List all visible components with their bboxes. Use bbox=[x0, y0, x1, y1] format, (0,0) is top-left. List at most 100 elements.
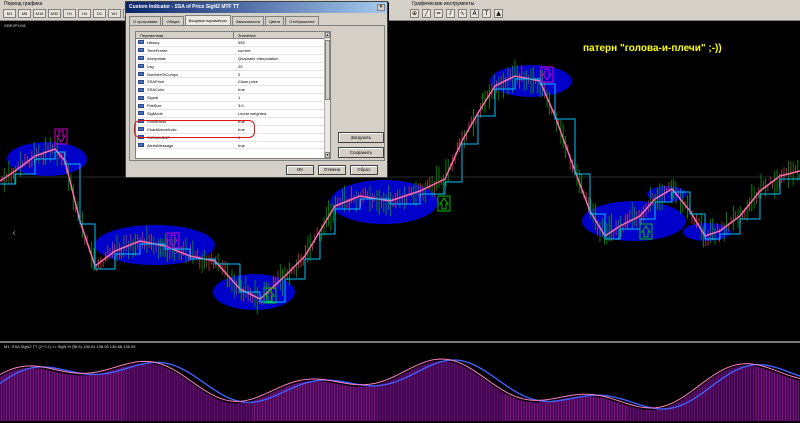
save-button[interactable]: Сохранить bbox=[338, 147, 384, 158]
highlight-signal-flatsize bbox=[134, 120, 255, 138]
timeframe-button-m30[interactable]: M30 bbox=[48, 9, 61, 18]
parameter-icon bbox=[138, 95, 144, 100]
ok-button[interactable]: OK bbox=[286, 165, 314, 175]
parameter-icon bbox=[138, 40, 144, 45]
param-row-numberofcomps[interactable]: NumberOfComps 2 bbox=[136, 71, 330, 79]
timeframe-button-m1[interactable]: M1 bbox=[3, 9, 16, 18]
sell-arrow-icon bbox=[56, 130, 66, 143]
tab-1[interactable]: Общие bbox=[162, 16, 184, 25]
param-name-cell: Signal bbox=[136, 94, 234, 101]
variable-column-header[interactable]: Переменная bbox=[136, 32, 234, 38]
param-name-cell: AlertsMessage bbox=[136, 142, 234, 149]
param-row-flatsize[interactable]: FlatSize 3.0 bbox=[136, 102, 330, 111]
scroll-left-icon: ‹ bbox=[12, 228, 16, 239]
param-value[interactable]: Quadratic Interpolation bbox=[234, 55, 324, 62]
grid-header: Переменная Значение bbox=[136, 32, 330, 39]
timeframe-button-h4[interactable]: H4 bbox=[78, 9, 91, 18]
trendline-icon[interactable]: ╱ bbox=[422, 9, 431, 18]
chart-symbol-label: GBPJPY,M1 bbox=[4, 23, 26, 28]
param-name-cell: TimeFrame bbox=[136, 47, 234, 54]
indicator-subwindow[interactable]: M1: SSA SigN2 TT (2^7,2) >> SigN % (Bf.5… bbox=[0, 343, 800, 423]
parameter-icon bbox=[138, 143, 144, 148]
timeframe-button-m5[interactable]: M5 bbox=[18, 9, 31, 18]
tab-3[interactable]: Зависимости bbox=[231, 16, 265, 25]
param-row-timeframe[interactable]: TimeFrame current bbox=[136, 47, 330, 55]
param-value[interactable]: Close price bbox=[234, 78, 324, 85]
buy-arrow-icon bbox=[439, 197, 449, 210]
param-name-cell: Lag bbox=[136, 63, 234, 70]
fibonacci-icon[interactable]: ∿ bbox=[458, 9, 467, 18]
channel-icon[interactable]: ⫽ bbox=[446, 9, 455, 18]
parameter-icon bbox=[138, 87, 144, 92]
param-row-history[interactable]: History 555 bbox=[136, 39, 330, 47]
cancel-button[interactable]: Отмена bbox=[318, 165, 346, 175]
indicator-canvas bbox=[0, 358, 800, 421]
dialog-titlebar[interactable]: Custom Indicator - SSA of Price SigN2 MT… bbox=[126, 2, 387, 13]
param-row-sigmode[interactable]: SigMode Linear weighted bbox=[136, 110, 330, 118]
text-icon[interactable]: A bbox=[470, 9, 479, 18]
param-value[interactable]: 1 bbox=[234, 94, 324, 101]
close-button[interactable]: × bbox=[377, 4, 385, 11]
tab-0[interactable]: О программе bbox=[129, 16, 162, 25]
param-value[interactable]: true bbox=[234, 142, 324, 149]
param-name: SigMode bbox=[147, 110, 163, 116]
scroll-down-icon[interactable]: ▾ bbox=[325, 152, 330, 158]
value-column-header[interactable]: Значение bbox=[234, 32, 324, 38]
param-value[interactable]: 3.0 bbox=[234, 102, 324, 109]
param-name: SSAPrice bbox=[147, 79, 165, 85]
param-row-lag[interactable]: Lag 25 bbox=[136, 63, 330, 71]
param-row-interpolate[interactable]: Interpolate Quadratic Interpolation bbox=[136, 55, 330, 63]
crosshair-icon[interactable]: ⊕ bbox=[410, 9, 419, 18]
reset-button[interactable]: Сброс bbox=[350, 165, 378, 175]
param-value[interactable]: 2 bbox=[234, 71, 324, 78]
tab-4[interactable]: Цвета bbox=[265, 16, 285, 25]
param-name: AlertsMessage bbox=[147, 142, 174, 148]
dialog-tabs: О программе Общие Входные параметры Зависим… bbox=[129, 15, 320, 25]
param-name: Signal bbox=[147, 95, 159, 101]
param-name: TimeFrame bbox=[147, 47, 168, 53]
parameter-icon bbox=[138, 79, 144, 84]
dialog-title: Custom Indicator - SSA of Price SigN2 MT… bbox=[129, 4, 240, 10]
drawing-tools-label: Графические инструменты bbox=[412, 1, 475, 7]
timeframe-button-h1[interactable]: H1 bbox=[63, 9, 76, 18]
param-name: Lag bbox=[147, 63, 154, 69]
grid-scrollbar[interactable]: ▴ ▾ bbox=[324, 32, 330, 158]
load-button[interactable]: Загрузить bbox=[338, 132, 384, 143]
period-toolbar-label: Период графика bbox=[4, 1, 43, 7]
label-icon[interactable]: T bbox=[482, 9, 491, 18]
param-row-ssaprice[interactable]: SSAPrice Close price bbox=[136, 78, 330, 87]
tab-5[interactable]: Отображение bbox=[285, 16, 319, 25]
inputs-panel: Переменная Значение History 555 TimeFrame c… bbox=[129, 25, 385, 161]
param-name-cell: NumberOfComps bbox=[136, 71, 234, 78]
price-chart[interactable]: ‹ GBPJPY,M1 патерн "голова-и-плечи" ;-)) bbox=[0, 21, 800, 341]
param-name-cell: Interpolate bbox=[136, 55, 234, 62]
scroll-up-icon[interactable]: ▴ bbox=[325, 32, 330, 38]
param-value[interactable]: true bbox=[234, 86, 324, 93]
parameter-icon bbox=[138, 103, 144, 108]
parameter-icon bbox=[138, 56, 144, 61]
custom-indicator-dialog: Custom Indicator - SSA of Price SigN2 MT… bbox=[125, 1, 388, 178]
tab-2[interactable]: Входные параметры bbox=[184, 15, 231, 25]
param-row-alertsmessage[interactable]: AlertsMessage true bbox=[136, 142, 330, 150]
param-row-signal[interactable]: Signal 1 bbox=[136, 94, 330, 103]
param-value[interactable]: current bbox=[234, 47, 324, 54]
parameter-icon bbox=[138, 111, 144, 116]
top-toolbar: Период графика M1M5M15M30H1H4D1W1MN Граф… bbox=[0, 0, 800, 21]
param-name: FlatSize bbox=[147, 103, 162, 109]
timeframe-button-w1[interactable]: W1 bbox=[108, 9, 121, 18]
drawing-tools: ⊕ ╱ ═ ⫽ ∿ A T ▲ bbox=[410, 9, 503, 18]
param-row-ssacolor[interactable]: SSAColor true bbox=[136, 86, 330, 95]
param-value[interactable]: 555 bbox=[234, 39, 324, 46]
chart-canvas[interactable]: ‹ bbox=[0, 21, 800, 341]
horizontal-line-icon[interactable]: ═ bbox=[434, 9, 443, 18]
param-name-cell: History bbox=[136, 39, 234, 46]
timeframe-button-d1[interactable]: D1 bbox=[93, 9, 106, 18]
timeframe-button-m15[interactable]: M15 bbox=[33, 9, 46, 18]
parameter-icon bbox=[138, 48, 144, 53]
timeframe-buttons: M1M5M15M30H1H4D1W1MN bbox=[3, 9, 136, 18]
scroll-thumb[interactable] bbox=[325, 40, 330, 100]
parameters-grid: Переменная Значение History 555 TimeFrame c… bbox=[135, 31, 331, 159]
param-value[interactable]: Linear weighted bbox=[234, 110, 324, 117]
param-value[interactable]: 25 bbox=[234, 63, 324, 70]
arrow-icon[interactable]: ▲ bbox=[494, 9, 503, 18]
